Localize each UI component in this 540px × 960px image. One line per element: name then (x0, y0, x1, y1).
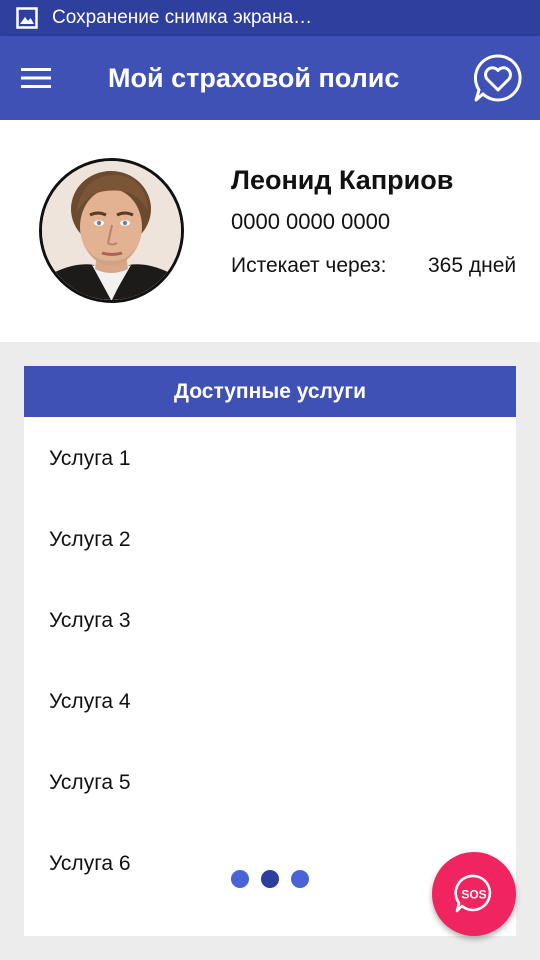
page-dot[interactable] (231, 870, 249, 888)
services-header: Доступные услуги (24, 366, 516, 417)
user-name: Леонид Каприов (231, 165, 454, 195)
avatar (39, 158, 184, 303)
hamburger-menu-icon[interactable] (20, 63, 52, 93)
heart-chat-icon[interactable] (472, 53, 524, 105)
service-list: Услуга 1 Услуга 2 Услуга 3 Услуга 4 Услу… (24, 417, 516, 936)
profile-card: Леонид Каприов 0000 0000 0000 Истекает ч… (0, 120, 540, 342)
sos-button[interactable]: SOS (432, 852, 516, 936)
expires-value: 365 дней (428, 254, 517, 277)
sos-chat-icon: SOS (454, 874, 492, 913)
list-item[interactable]: Услуга 1 (24, 417, 516, 498)
sos-label: SOS (461, 888, 486, 902)
status-bar: Сохранение снимка экрана… (0, 0, 540, 36)
page-title: Мой страховой полис (108, 63, 400, 93)
list-item[interactable]: Услуга 5 (24, 741, 516, 822)
policy-number: 0000 0000 0000 (231, 209, 391, 234)
app-bar: Мой страховой полис (0, 36, 540, 120)
image-icon (16, 7, 38, 29)
page-dot[interactable] (291, 870, 309, 888)
page-dot-active[interactable] (261, 870, 279, 888)
expires-label: Истекает через: (231, 254, 387, 277)
list-item[interactable]: Услуга 4 (24, 660, 516, 741)
list-item[interactable]: Услуга 2 (24, 498, 516, 579)
services-card: Доступные услуги Услуга 1 Услуга 2 Услуг… (24, 366, 516, 936)
list-item[interactable]: Услуга 3 (24, 579, 516, 660)
status-text: Сохранение снимка экрана… (52, 7, 313, 28)
page-indicator (231, 870, 309, 888)
